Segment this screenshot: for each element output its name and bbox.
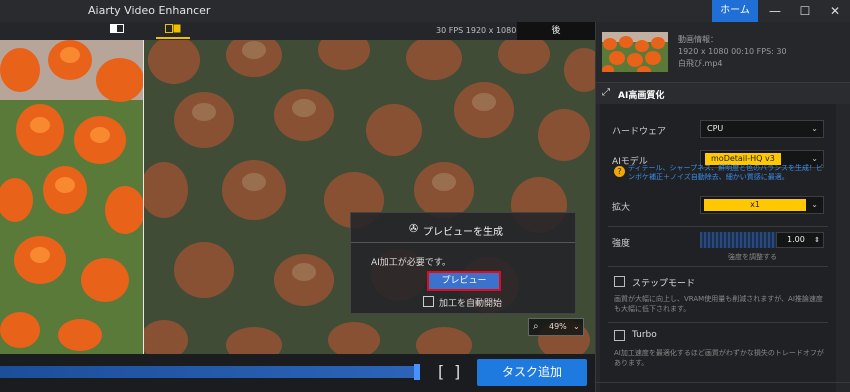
hardware-value: CPU <box>707 124 724 133</box>
video-info: 動画情報： 1920 x 1080 00:10 FPS: 30 白飛び.mp4 <box>678 34 787 70</box>
bottom-bar: [ ] タスク追加 <box>0 354 595 392</box>
fps-resolution-text: 30 FPS 1920 x 1080 <box>436 26 517 35</box>
timeline-track[interactable] <box>0 366 420 378</box>
auto-start-label: 加工を自動開始 <box>439 299 503 309</box>
zoom-control[interactable]: ⌕ 49% ⌄ <box>528 318 584 336</box>
turbo-description: AI加工速度を最適化するほど画質がわずかな損失のトレードオフがあります。 <box>614 349 824 367</box>
scale-label: 拡大 <box>612 203 631 213</box>
mark-out-button[interactable]: ] <box>454 362 460 381</box>
dialog-header: ✇ プレビューを生成 <box>351 213 575 243</box>
scale-select[interactable]: x1 ⌄ <box>700 196 824 214</box>
video-thumbnail <box>602 32 668 72</box>
hardware-select[interactable]: CPU ⌄ <box>700 120 824 138</box>
single-view-button[interactable] <box>100 24 134 39</box>
right-panel: 動画情報： 1920 x 1080 00:10 FPS: 30 白飛び.mp4 … <box>595 22 850 392</box>
step-mode-label: ステップモード <box>632 279 696 289</box>
model-hint: ディテール、シャープネス、鮮明度と色のバランスを生成！ピンボケ補正＋ノイズ自動除… <box>628 164 823 181</box>
turbo-label: Turbo <box>632 330 657 340</box>
step-mode-checkbox[interactable] <box>614 276 625 287</box>
dialog-message: AI加工が必要です。 <box>371 258 451 268</box>
single-view-icon <box>110 24 124 33</box>
view-mode-bar: 30 FPS 1920 x 1080 <box>0 22 595 40</box>
turbo-checkbox[interactable] <box>614 330 625 341</box>
aperture-icon: ✇ <box>409 222 419 235</box>
split-divider[interactable] <box>143 40 144 354</box>
section-title: AI高画質化 <box>618 91 665 101</box>
next-section-header[interactable] <box>596 382 850 392</box>
strength-slider[interactable] <box>700 232 776 248</box>
video-info-details: 1920 x 1080 00:10 FPS: 30 <box>678 47 787 56</box>
strength-input[interactable]: 1.00 ⇕ <box>776 232 824 248</box>
maximize-button[interactable]: ☐ <box>790 0 820 22</box>
preview-button[interactable]: プレビュー <box>427 271 501 291</box>
add-task-button[interactable]: タスク追加 <box>477 359 587 386</box>
home-button[interactable]: ホーム <box>712 0 758 22</box>
strength-value: 1.00 <box>787 235 805 244</box>
scale-value: x1 <box>704 199 806 211</box>
strength-hint: 強度を調整する <box>728 253 777 261</box>
video-filename: 白飛び.mp4 <box>678 59 723 68</box>
ai-settings-panel: ハードウェア CPU ⌄ AIモデル moDetail-HQ v3 ⌄ ? ディ… <box>600 104 836 392</box>
minimize-button[interactable]: — <box>760 0 790 22</box>
ai-enhance-section-header[interactable]: ⤢ AI高画質化 <box>596 82 850 104</box>
chevron-down-icon: ⌄ <box>811 124 818 133</box>
auto-start-checkbox[interactable] <box>423 296 434 307</box>
dialog-title: プレビューを生成 <box>423 227 503 238</box>
timeline-handle[interactable] <box>414 364 420 380</box>
expand-icon: ⤢ <box>602 87 610 98</box>
chevron-down-icon: ⌄ <box>811 200 818 209</box>
hardware-label: ハードウェア <box>612 127 667 137</box>
after-label: 後 <box>517 22 595 40</box>
stepper-icon: ⇕ <box>814 236 820 244</box>
title-bar: Aiarty Video Enhancer ホーム — ☐ ✕ <box>0 0 850 22</box>
zoom-icon: ⌕ <box>533 321 539 332</box>
chevron-down-icon: ⌄ <box>573 322 580 331</box>
split-view-button[interactable] <box>156 24 190 39</box>
divider <box>608 266 828 267</box>
strength-label: 強度 <box>612 239 631 249</box>
step-mode-description: 画質が大幅に向上し、VRAM使用量も削減されますが、AI推論速度も大幅に低下され… <box>614 295 823 313</box>
preview-dialog: ✇ プレビューを生成 AI加工が必要です。 プレビュー 加工を自動開始 <box>350 212 576 314</box>
video-info-heading: 動画情報： <box>678 35 718 44</box>
split-view-icon <box>165 24 181 33</box>
zoom-value: 49% <box>549 322 567 331</box>
before-preview-image <box>0 40 144 354</box>
app-title: Aiarty Video Enhancer <box>88 4 211 17</box>
divider <box>608 226 828 227</box>
close-button[interactable]: ✕ <box>820 0 850 22</box>
divider <box>608 322 828 323</box>
help-icon: ? <box>614 166 625 177</box>
mark-in-button[interactable]: [ <box>438 362 444 381</box>
